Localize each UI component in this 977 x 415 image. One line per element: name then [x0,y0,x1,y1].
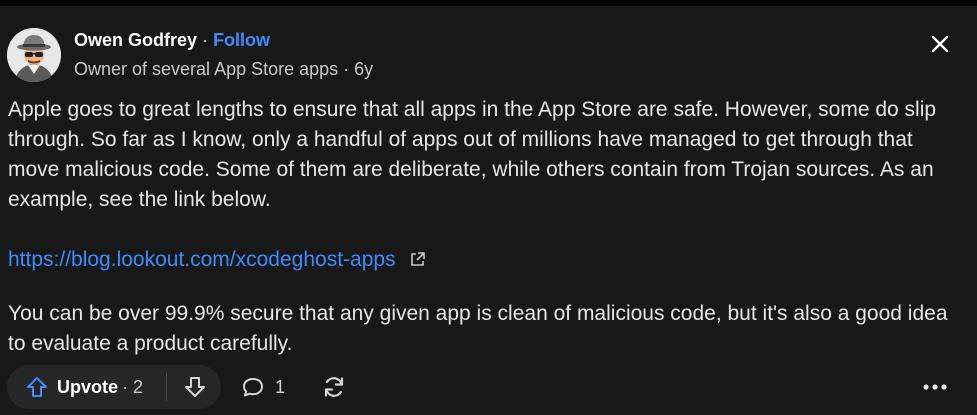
author-credential: Owner of several App Store apps · 6y [74,59,374,79]
author-name[interactable]: Owen Godfrey [74,30,197,50]
comment-icon [243,378,263,397]
more-options-button[interactable] [913,365,957,409]
more-icon [923,384,947,390]
close-button[interactable] [928,32,952,56]
vote-divider [166,373,167,401]
separator-dot: · [202,30,209,50]
downvote-button[interactable] [173,365,217,409]
action-bar: Upvote · 2 1 [7,365,967,409]
answer-paragraph: Apple goes to great lengths to ensure th… [8,98,937,211]
avatar-spy-icon [7,28,61,82]
answer-paragraph: You can be over 99.9% secure that any gi… [8,302,948,355]
follow-button[interactable]: Follow [213,30,270,50]
vote-pill: Upvote · 2 [7,365,221,409]
share-button[interactable] [312,365,356,409]
answer-card: Owen Godfrey · Follow Owner of several A… [0,6,977,415]
upvote-count: · 2 [122,376,144,397]
share-icon [324,377,344,397]
upvote-button[interactable]: Upvote · 2 [15,365,165,409]
close-icon [931,35,949,53]
downvote-arrow-icon [185,377,205,397]
external-link-icon [411,252,426,266]
link-row: https://blog.lookout.com/xcodeghost-apps [8,245,426,275]
answer-header: Owen Godfrey · Follow Owner of several A… [7,28,907,82]
avatar[interactable] [7,28,61,82]
upvote-label: Upvote [57,376,119,397]
comment-button[interactable]: 1 [241,365,301,409]
external-link[interactable]: https://blog.lookout.com/xcodeghost-apps [8,248,396,271]
author-line: Owen Godfrey · Follow [74,30,270,51]
comment-count: 1 [275,376,286,397]
upvote-arrow-icon [27,377,47,397]
